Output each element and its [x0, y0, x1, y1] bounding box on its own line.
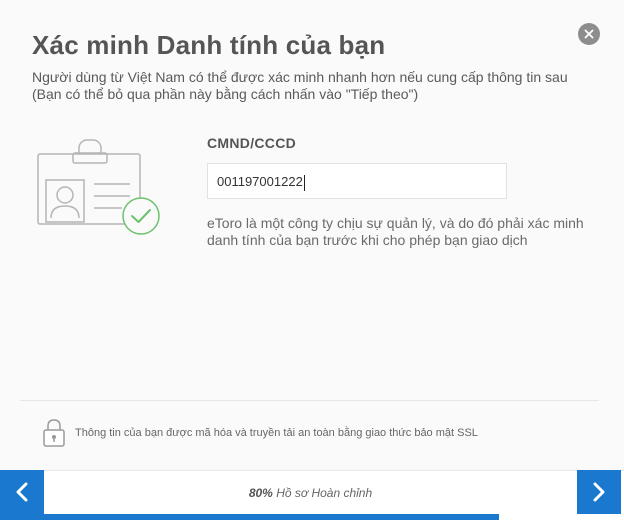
id-number-value: 001197001222	[217, 174, 303, 189]
close-button[interactable]	[578, 23, 600, 45]
lock-icon	[43, 419, 65, 447]
regulation-note: eToro là một công ty chịu sự quản lý, và…	[207, 215, 584, 248]
chevron-left-icon	[16, 482, 28, 502]
divider	[20, 400, 599, 401]
previous-button[interactable]	[0, 470, 44, 514]
progress-text: 80% Hồ sơ Hoàn chỉnh	[44, 486, 577, 500]
progress-bar-fill	[0, 514, 500, 520]
page-subtitle: Người dùng từ Việt Nam có thể được xác m…	[32, 69, 568, 102]
progress-bar	[0, 514, 624, 520]
id-number-label: CMND/CCCD	[207, 135, 297, 151]
page-title: Xác minh Danh tính của bạn	[32, 30, 386, 60]
chevron-right-icon	[593, 482, 605, 502]
next-button[interactable]	[577, 470, 621, 514]
close-icon	[584, 29, 594, 39]
id-number-input[interactable]: 001197001222	[207, 163, 507, 199]
id-card-icon	[37, 139, 160, 235]
progress-label: Hồ sơ Hoàn chỉnh	[276, 486, 373, 500]
text-caret	[303, 174, 305, 191]
security-note: Thông tin của bạn được mã hóa và truyền …	[75, 427, 478, 439]
progress-percent: 80%	[248, 486, 273, 500]
